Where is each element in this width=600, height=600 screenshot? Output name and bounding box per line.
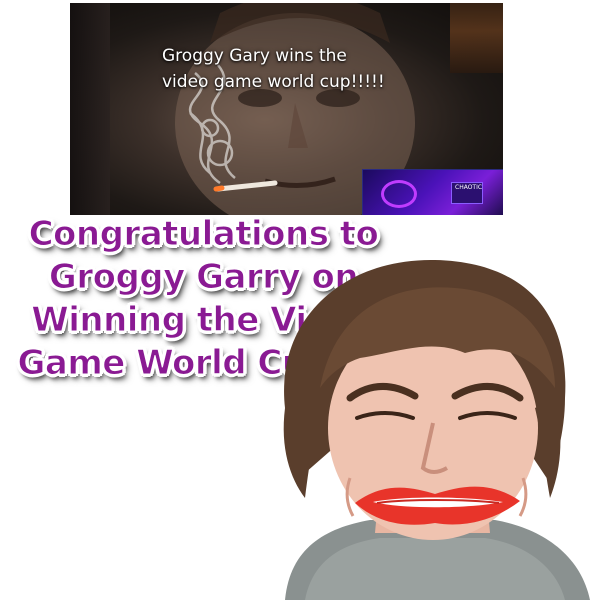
game-arena-ring bbox=[381, 180, 417, 208]
crying-man-cutout bbox=[283, 259, 590, 600]
video-still-smoking-man: Groggy Gary wins the video game world cu… bbox=[70, 3, 503, 215]
headline-line-1: Congratulations to bbox=[28, 214, 379, 255]
game-panel-label: CHAOTIC bbox=[455, 184, 483, 191]
meme-canvas: Groggy Gary wins the video game world cu… bbox=[0, 0, 600, 600]
video-caption: Groggy Gary wins the video game world cu… bbox=[162, 46, 385, 92]
game-inset-thumbnail: CHAOTIC bbox=[362, 169, 503, 215]
